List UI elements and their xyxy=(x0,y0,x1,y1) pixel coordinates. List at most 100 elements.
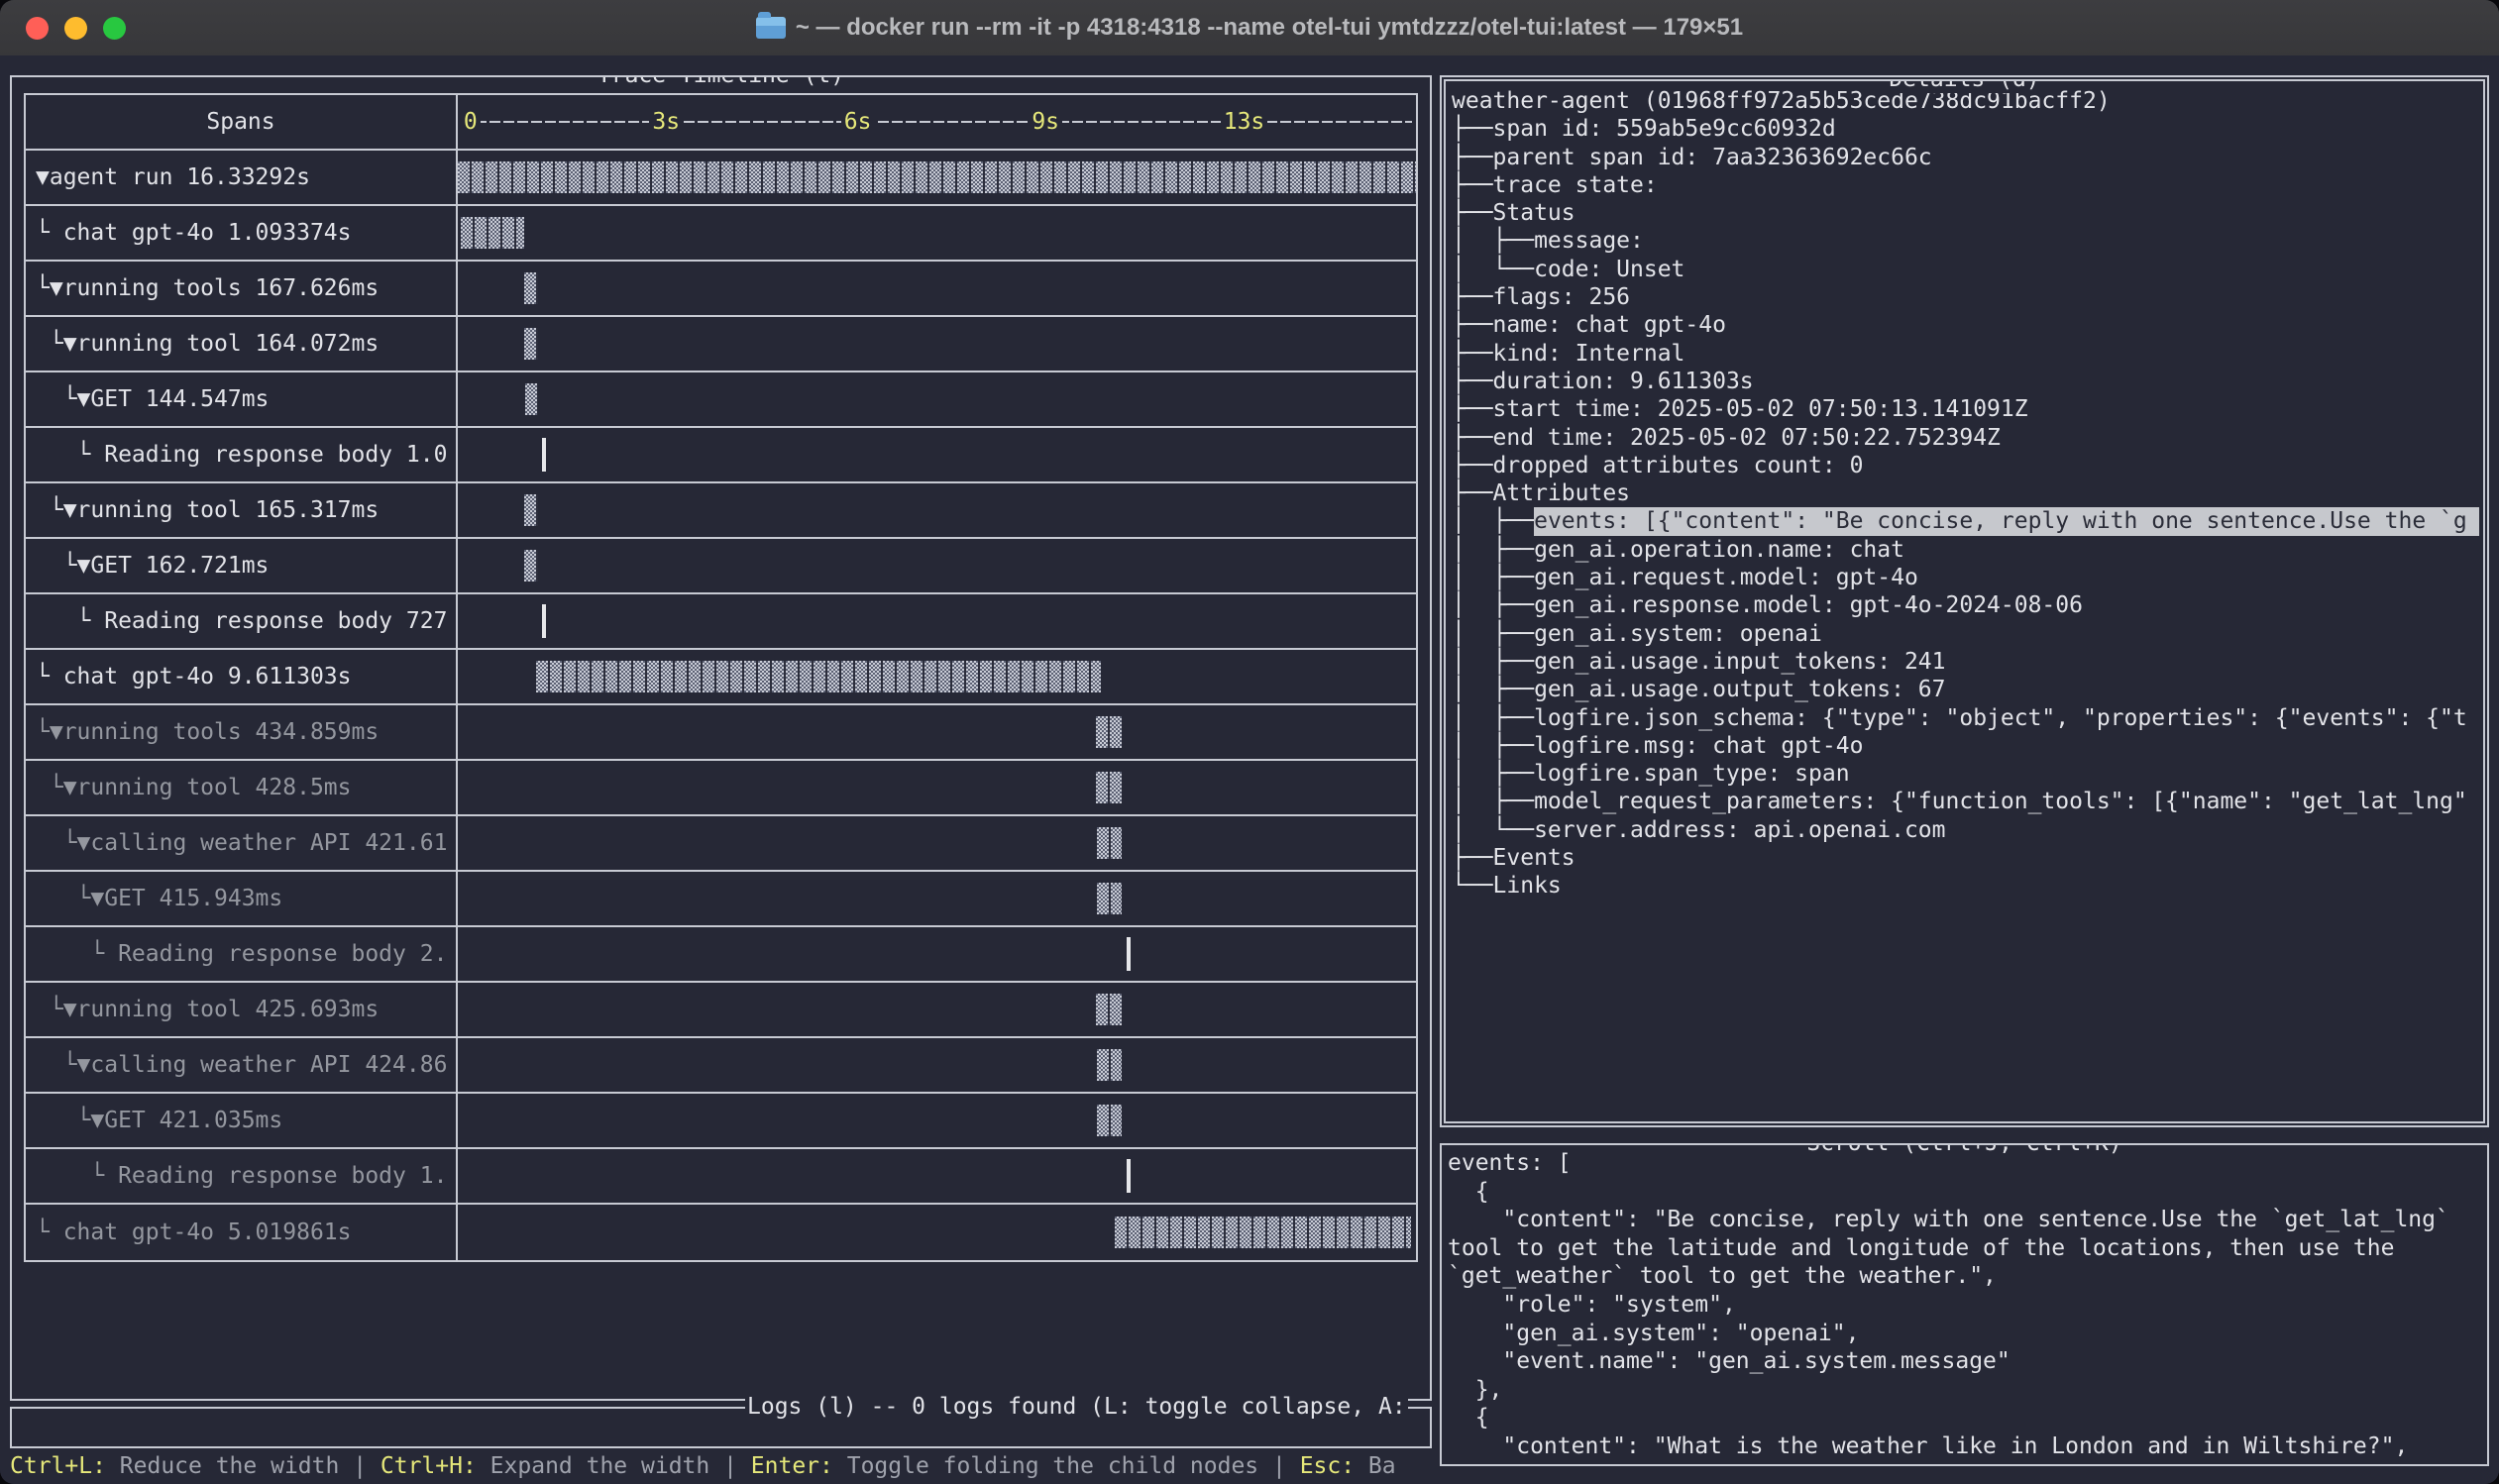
details-line: │ ├──gen_ai.usage.output_tokens: 67 xyxy=(1452,676,2479,703)
span-label-cell: └ Reading response body 2. xyxy=(26,927,458,981)
span-row[interactable]: └▼GET 415.943ms xyxy=(26,872,1416,927)
span-label: └▼running tool 425.693ms xyxy=(26,996,379,1023)
span-label: └ Reading response body 727 xyxy=(26,607,447,635)
span-label-cell: └▼GET 144.547ms xyxy=(26,372,458,426)
span-bar-cell xyxy=(458,206,1416,260)
span-label-cell: └▼running tools 167.626ms xyxy=(26,262,458,315)
span-row[interactable]: └▼running tool 165.317ms xyxy=(26,483,1416,539)
span-duration-bar xyxy=(1097,883,1122,914)
status-key: Ctrl+L: xyxy=(10,1452,106,1480)
span-row[interactable]: └▼running tool 425.693ms xyxy=(26,983,1416,1038)
details-line: │ ├──gen_ai.usage.input_tokens: 241 xyxy=(1452,648,2479,676)
span-event-marker xyxy=(1127,937,1131,971)
span-bar-cell xyxy=(458,372,1416,426)
span-bar-cell xyxy=(458,262,1416,315)
span-label: └ chat gpt-4o 1.093374s xyxy=(26,219,352,247)
terminal-window: ~ — docker run --rm -it -p 4318:4318 --n… xyxy=(0,0,2499,1484)
span-row[interactable]: └ Reading response body 727 xyxy=(26,594,1416,650)
span-label-cell: └▼calling weather API 424.86 xyxy=(26,1038,458,1092)
span-row[interactable]: └▼calling weather API 421.61 xyxy=(26,816,1416,872)
details-line: │ └──code: Unset xyxy=(1452,256,2479,283)
span-label-cell: └▼GET 162.721ms xyxy=(26,539,458,592)
scroll-panel[interactable]: Scroll (Ctrl+J, Ctrl+K) events: [ { "con… xyxy=(1440,1143,2489,1466)
status-separator: | xyxy=(709,1452,751,1480)
details-line: ├──duration: 9.611303s xyxy=(1452,368,2479,395)
json-line: "role": "system", xyxy=(1448,1291,2483,1320)
status-desc: Ba xyxy=(1355,1452,1396,1480)
minimize-window-button[interactable] xyxy=(64,17,87,40)
spans-header-label: Spans xyxy=(206,108,274,136)
status-separator: | xyxy=(1258,1452,1300,1480)
logs-panel-title: Logs (l) -- 0 logs found (L: toggle coll… xyxy=(745,1393,1408,1421)
logs-panel[interactable]: Logs (l) -- 0 logs found (L: toggle coll… xyxy=(10,1407,1432,1448)
span-label-cell: └▼running tools 434.859ms xyxy=(26,705,458,759)
span-row[interactable]: ▼agent run 16.33292s xyxy=(26,151,1416,206)
timeline-axis: 03s6s9s13s xyxy=(458,95,1416,149)
spans-table-header: Spans 03s6s9s13s xyxy=(26,95,1416,151)
span-event-marker xyxy=(542,438,546,472)
span-row[interactable]: └ Reading response body 1.0 xyxy=(26,428,1416,483)
span-row[interactable]: └ Reading response body 2. xyxy=(26,927,1416,983)
scroll-json-content: events: [ { "content": "Be concise, repl… xyxy=(1442,1145,2487,1461)
json-line: tool to get the latitude and longitude o… xyxy=(1448,1234,2483,1263)
details-line[interactable]: │ ├──events: [{"content": "Be concise, r… xyxy=(1452,507,2479,535)
span-label: └▼GET 421.035ms xyxy=(26,1107,282,1134)
details-line: └──Links xyxy=(1452,872,2479,900)
span-duration-bar xyxy=(461,217,524,249)
details-line: ├──flags: 256 xyxy=(1452,283,2479,311)
span-row[interactable]: └▼running tools 167.626ms xyxy=(26,262,1416,317)
span-label: ▼agent run 16.33292s xyxy=(26,163,310,191)
span-duration-bar xyxy=(1096,716,1122,748)
span-label: └ chat gpt-4o 5.019861s xyxy=(26,1219,352,1246)
span-duration-bar xyxy=(458,161,1416,193)
span-bar-cell xyxy=(458,1205,1416,1260)
span-label: └▼calling weather API 421.61 xyxy=(26,829,447,857)
span-label: └ chat gpt-4o 9.611303s xyxy=(26,663,352,690)
span-row[interactable]: └▼GET 144.547ms xyxy=(26,372,1416,428)
status-desc: Toggle folding the child nodes xyxy=(833,1452,1258,1480)
span-row[interactable]: └ chat gpt-4o 1.093374s xyxy=(26,206,1416,262)
span-row[interactable]: └▼running tool 164.072ms xyxy=(26,317,1416,372)
span-label-cell: └▼running tool 164.072ms xyxy=(26,317,458,371)
span-label-cell: └ chat gpt-4o 1.093374s xyxy=(26,206,458,260)
span-bar-cell xyxy=(458,483,1416,537)
span-row[interactable]: └ Reading response body 1. xyxy=(26,1149,1416,1205)
zoom-window-button[interactable] xyxy=(103,17,126,40)
span-label: └▼running tool 164.072ms xyxy=(26,330,379,358)
span-bar-cell xyxy=(458,927,1416,981)
spans-header-cell: Spans xyxy=(26,95,458,149)
axis-tick-label: 3s xyxy=(649,108,683,136)
span-row[interactable]: └ chat gpt-4o 9.611303s xyxy=(26,650,1416,705)
span-duration-bar xyxy=(524,272,539,304)
details-line: │ └──server.address: api.openai.com xyxy=(1452,816,2479,844)
span-label-cell: └▼GET 415.943ms xyxy=(26,872,458,925)
span-label-cell: └▼running tool 165.317ms xyxy=(26,483,458,537)
span-row[interactable]: └▼GET 162.721ms xyxy=(26,539,1416,594)
span-bar-cell xyxy=(458,151,1416,204)
span-duration-bar xyxy=(1097,1105,1122,1136)
span-row[interactable]: └▼GET 421.035ms xyxy=(26,1094,1416,1149)
span-row[interactable]: └▼running tool 428.5ms xyxy=(26,761,1416,816)
span-label: └▼running tool 428.5ms xyxy=(26,774,352,801)
span-row[interactable]: └▼running tools 434.859ms xyxy=(26,705,1416,761)
details-line: │ ├──logfire.json_schema: {"type": "obje… xyxy=(1452,704,2479,732)
status-desc: Reduce the width xyxy=(106,1452,339,1480)
span-row[interactable]: └▼calling weather API 424.86 xyxy=(26,1038,1416,1094)
span-bar-cell xyxy=(458,983,1416,1036)
span-duration-bar xyxy=(524,550,539,582)
details-line: ├──name: chat gpt-4o xyxy=(1452,311,2479,339)
span-duration-bar xyxy=(524,328,539,360)
span-label-cell: └▼calling weather API 421.61 xyxy=(26,816,458,870)
json-line: "gen_ai.system": "openai", xyxy=(1448,1320,2483,1348)
span-event-marker xyxy=(1127,1159,1131,1193)
span-label: └ Reading response body 1. xyxy=(26,1162,447,1190)
spans-table: Spans 03s6s9s13s ▼agent run 16.33292s └ c… xyxy=(24,93,1418,1262)
details-tree: weather-agent (01968ff972a5b53cede738dc9… xyxy=(1446,81,2483,901)
selected-attribute-value[interactable]: events: [{"content": "Be concise, reply … xyxy=(1534,507,2479,535)
close-window-button[interactable] xyxy=(26,17,49,40)
span-bar-cell xyxy=(458,816,1416,870)
status-key: Enter: xyxy=(751,1452,833,1480)
span-label: └ Reading response body 1.0 xyxy=(26,441,447,469)
span-row[interactable]: └ chat gpt-4o 5.019861s xyxy=(26,1205,1416,1260)
status-separator: | xyxy=(339,1452,380,1480)
